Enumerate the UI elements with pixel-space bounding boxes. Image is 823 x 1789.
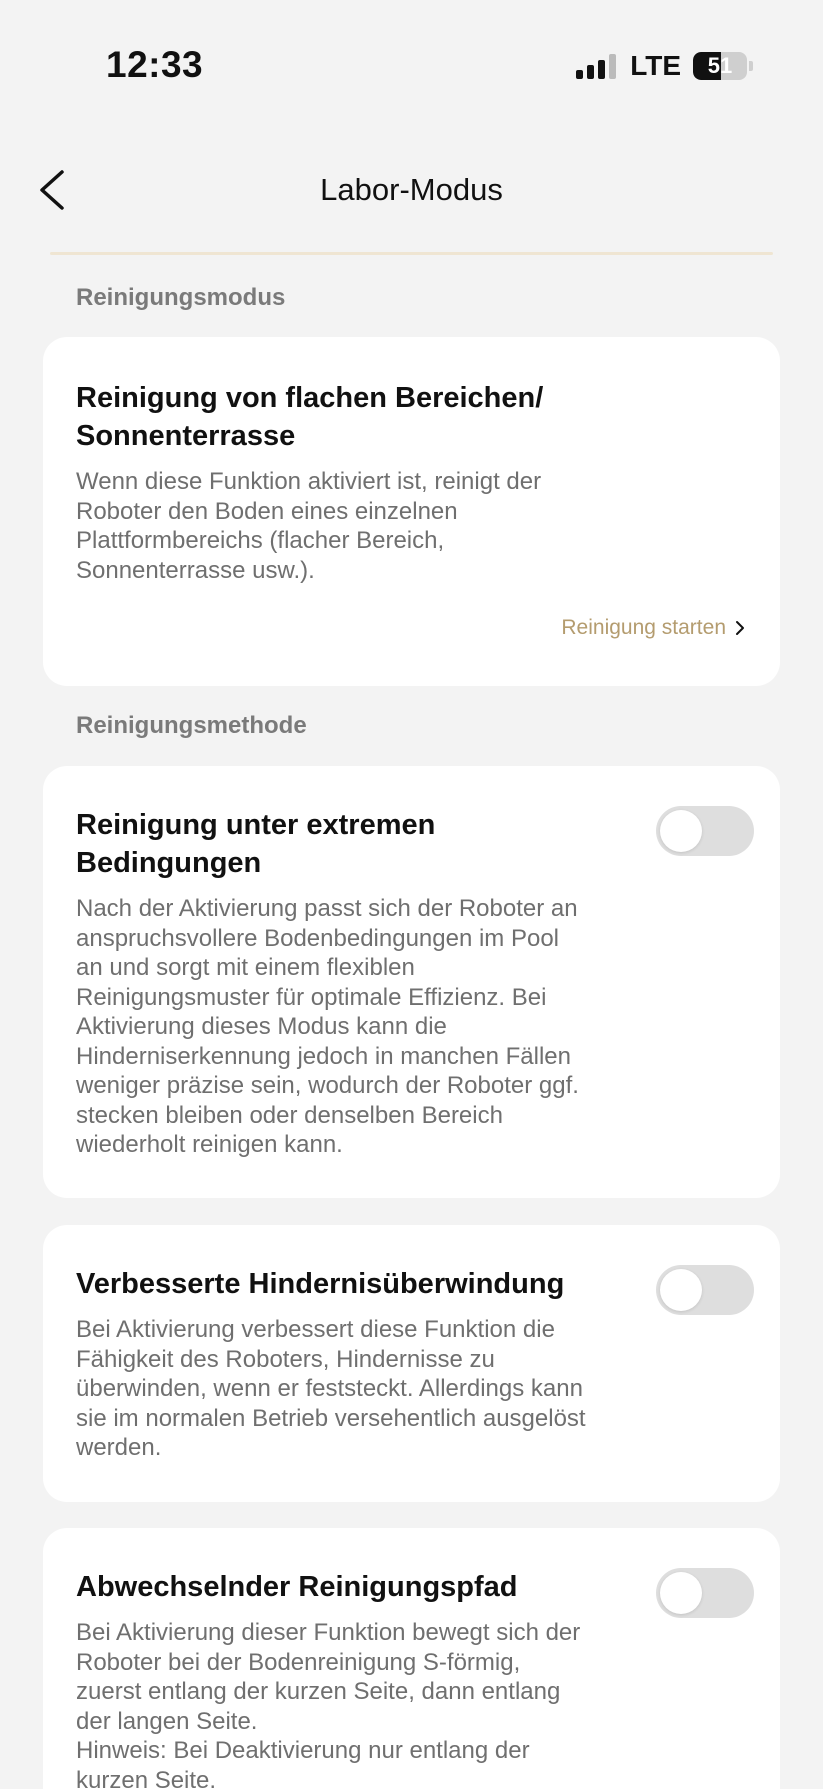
obstacle-overcoming-title: Verbesserte Hindernisüberwindung [76, 1268, 565, 1300]
alternating-path-title: Abwechselnder Reinigungspfad [76, 1571, 518, 1603]
flat-area-title: Reinigung von flachen Bereichen/ Sonnent… [76, 382, 544, 452]
start-cleaning-link[interactable]: Reinigung starten [561, 616, 746, 640]
network-label: LTE [630, 50, 681, 81]
section-label-cleaning-mode: Reinigungsmodus [76, 284, 286, 311]
extreme-conditions-toggle[interactable] [656, 806, 754, 856]
alternating-path-toggle[interactable] [656, 1568, 754, 1618]
chevron-right-icon [736, 621, 744, 635]
extreme-conditions-description: Nach der Aktivierung passt sich der Robo… [76, 895, 579, 1158]
toggle-knob [660, 810, 702, 852]
obstacle-overcoming-description: Bei Aktivierung verbessert diese Funktio… [76, 1316, 586, 1461]
flat-area-card: Reinigung von flachen Bereichen/ Sonnent… [43, 337, 780, 686]
extreme-conditions-card: Reinigung unter extremen Bedingungen Nac… [43, 766, 780, 1198]
obstacle-overcoming-toggle[interactable] [656, 1265, 754, 1315]
section-label-cleaning-method: Reinigungsmethode [76, 712, 307, 739]
start-cleaning-label: Reinigung starten [561, 616, 726, 639]
battery-level: 51 [707, 53, 733, 78]
signal-icon [576, 53, 617, 79]
status-indicators: LTE 51 [576, 50, 753, 82]
flat-area-description: Wenn diese Funktion aktiviert ist, reini… [76, 468, 542, 584]
toggle-knob [660, 1269, 702, 1311]
extreme-conditions-title: Reinigung unter extremen Bedingungen [76, 809, 436, 879]
obstacle-overcoming-card: Verbesserte Hindernisüberwindung Bei Akt… [43, 1225, 780, 1502]
status-time: 12:33 [106, 44, 204, 85]
lab-mode-screen: 12:33 LTE 51 Labor-Modus Reinigungsmodus… [0, 0, 823, 1789]
toggle-knob [660, 1572, 702, 1614]
page-title: Labor-Modus [320, 172, 503, 207]
header-divider [50, 252, 773, 255]
alternating-path-card: Abwechselnder Reinigungspfad Bei Aktivie… [43, 1528, 780, 1789]
battery-icon: 51 [693, 52, 747, 80]
alternating-path-description: Bei Aktivierung dieser Funktion bewegt s… [76, 1619, 581, 1789]
